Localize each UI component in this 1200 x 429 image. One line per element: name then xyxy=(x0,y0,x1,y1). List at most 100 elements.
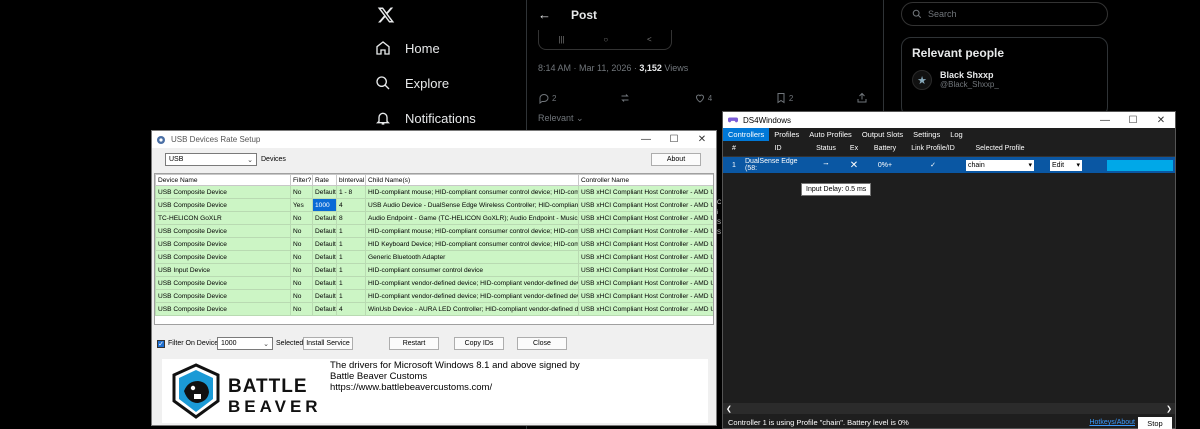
install-service-button[interactable]: Install Service xyxy=(303,337,353,350)
table-cell[interactable]: USB Composite Device xyxy=(155,250,291,264)
table-cell[interactable]: No xyxy=(290,289,313,303)
table-cell[interactable]: No xyxy=(290,250,313,264)
maximize-button[interactable]: ☐ xyxy=(1119,112,1147,128)
table-cell[interactable]: 8 xyxy=(336,211,366,225)
hotkeys-about-link[interactable]: Hotkeys/About xyxy=(1089,419,1135,426)
controller-row[interactable]: 1 DualSense Edge (58: ⭬ ✕ 0%+ ✓ chain ▾ E… xyxy=(723,157,1175,173)
table-cell[interactable]: Default xyxy=(312,302,337,316)
table-cell[interactable]: 1 xyxy=(336,237,366,251)
table-cell[interactable]: 1000 xyxy=(312,198,337,212)
table-row[interactable]: USB Composite Device No Default 1 HID-compli… xyxy=(155,224,713,238)
tab-profiles[interactable]: Profiles xyxy=(769,128,804,141)
table-cell[interactable]: USB Audio Device - DualSense Edge Wirele… xyxy=(365,198,579,212)
column-header[interactable]: Controller Name xyxy=(578,174,713,186)
table-cell[interactable]: USB xHCI Compliant Host Controller - AMD… xyxy=(578,211,713,225)
table-cell[interactable]: Audio Endpoint - Game (TC-HELICON GoXLR)… xyxy=(365,211,579,225)
like-button[interactable]: 4 xyxy=(694,92,712,104)
close-button[interactable]: Close xyxy=(517,337,567,350)
table-cell[interactable]: Default xyxy=(312,289,337,303)
about-button[interactable]: About xyxy=(651,153,701,166)
rate-select[interactable]: 1000 ⌄ xyxy=(217,337,273,350)
tab-log[interactable]: Log xyxy=(945,128,968,141)
column-header[interactable]: Rate xyxy=(312,174,337,186)
table-cell[interactable]: USB xHCI Compliant Host Controller - AMD… xyxy=(578,198,713,212)
table-cell[interactable]: No xyxy=(290,211,313,225)
table-cell[interactable]: HID-compliant mouse; HID-compliant consu… xyxy=(365,185,579,199)
table-row[interactable]: USB Composite Device No Default 1 HID-compli… xyxy=(155,276,713,290)
tab-auto-profiles[interactable]: Auto Profiles xyxy=(804,128,857,141)
table-cell[interactable]: Generic Bluetooth Adapter xyxy=(365,250,579,264)
table-cell[interactable]: HID Keyboard Device; HID-compliant consu… xyxy=(365,237,579,251)
repost-button[interactable] xyxy=(619,92,631,104)
table-cell[interactable]: HID-compliant consumer control device xyxy=(365,263,579,277)
table-cell[interactable]: USB Input Device xyxy=(155,263,291,277)
table-cell[interactable]: No xyxy=(290,224,313,238)
table-cell[interactable]: Default xyxy=(312,211,337,225)
table-cell[interactable]: USB Composite Device xyxy=(155,224,291,238)
tab-output-slots[interactable]: Output Slots xyxy=(857,128,908,141)
table-cell[interactable]: USB xHCI Compliant Host Controller - AMD… xyxy=(578,263,713,277)
table-row[interactable]: TC-HELICON GoXLR No Default 8 Audio Endpoint… xyxy=(155,211,713,225)
reply-button[interactable]: 2 xyxy=(538,92,556,104)
table-row[interactable]: USB Composite Device No Default 1 - 8 HID-co… xyxy=(155,185,713,199)
table-row[interactable]: USB Composite Device No Default 1 Generic Bl… xyxy=(155,250,713,264)
table-cell[interactable]: 4 xyxy=(336,302,366,316)
table-cell[interactable]: 1 - 8 xyxy=(336,185,366,199)
table-cell[interactable]: No xyxy=(290,185,313,199)
table-cell[interactable]: 1 xyxy=(336,276,366,290)
table-cell[interactable]: TC-HELICON GoXLR xyxy=(155,211,291,225)
table-cell[interactable]: Yes xyxy=(290,198,313,212)
table-cell[interactable]: 1 xyxy=(336,224,366,238)
back-arrow-icon[interactable]: ← xyxy=(538,7,551,22)
search-box[interactable]: Search xyxy=(901,2,1108,26)
link-profile-checkbox[interactable]: ✓ xyxy=(903,161,963,169)
table-cell[interactable]: 1 xyxy=(336,289,366,303)
promo-url[interactable]: https://www.battlebeavercustoms.com/ xyxy=(330,382,580,393)
edit-button[interactable]: Edit ▾ xyxy=(1050,159,1082,171)
tab-controllers[interactable]: Controllers xyxy=(723,128,770,141)
filter-on-device-checkbox[interactable]: ✓ xyxy=(157,340,165,348)
reply-sort-dropdown[interactable]: Relevant ⌄ xyxy=(538,113,584,124)
table-cell[interactable]: USB xHCI Compliant Host Controller - AMD… xyxy=(578,224,713,238)
table-cell[interactable]: USB xHCI Compliant Host Controller - AMD… xyxy=(578,185,713,199)
table-cell[interactable]: USB xHCI Compliant Host Controller - AMD… xyxy=(578,237,713,251)
table-row[interactable]: USB Composite Device No Default 1 HID Keyboa… xyxy=(155,237,713,251)
avatar[interactable]: ★ xyxy=(912,70,932,90)
table-row[interactable]: USB Composite Device No Default 4 WinUsb Dev… xyxy=(155,302,713,316)
table-cell[interactable]: No xyxy=(290,276,313,290)
stop-button[interactable]: Stop xyxy=(1138,417,1172,429)
table-cell[interactable]: 1 xyxy=(336,263,366,277)
table-cell[interactable]: 4 xyxy=(336,198,366,212)
table-cell[interactable]: Default xyxy=(312,224,337,238)
table-cell[interactable]: USB Composite Device xyxy=(155,198,291,212)
minimize-button[interactable]: — xyxy=(632,131,660,148)
maximize-button[interactable]: ☐ xyxy=(660,131,688,148)
nav-notifications[interactable]: Notifications xyxy=(375,110,476,126)
copy-ids-button[interactable]: Copy IDs xyxy=(454,337,504,350)
column-header[interactable]: Device Name xyxy=(155,174,291,186)
column-header[interactable]: Filter? xyxy=(290,174,313,186)
bookmark-button[interactable]: 2 xyxy=(775,92,793,104)
table-cell[interactable]: No xyxy=(290,263,313,277)
restart-button[interactable]: Restart xyxy=(389,337,439,350)
lightbar-color-swatch[interactable] xyxy=(1107,159,1173,171)
table-cell[interactable]: HID-compliant vendor-defined device; HID… xyxy=(365,276,579,290)
column-header[interactable]: bInterval xyxy=(336,174,366,186)
table-cell[interactable]: No xyxy=(290,237,313,251)
table-cell[interactable]: Default xyxy=(312,250,337,264)
table-cell[interactable]: USB xHCI Compliant Host Controller - AMD… xyxy=(578,289,713,303)
table-cell[interactable]: Default xyxy=(312,263,337,277)
scroll-right-icon[interactable]: ❯ xyxy=(1166,405,1172,413)
table-cell[interactable]: WinUsb Device - AURA LED Controller; HID… xyxy=(365,302,579,316)
table-cell[interactable]: USB Composite Device xyxy=(155,302,291,316)
profile-select[interactable]: chain ▾ xyxy=(966,159,1034,171)
table-cell[interactable]: 1 xyxy=(336,250,366,264)
table-row[interactable]: USB Composite Device No Default 1 HID-compli… xyxy=(155,289,713,303)
table-row[interactable]: USB Input Device No Default 1 HID-compliant … xyxy=(155,263,713,277)
horizontal-scrollbar[interactable]: ❮ ❯ xyxy=(723,403,1175,414)
table-cell[interactable]: HID-compliant vendor-defined device; HID… xyxy=(365,289,579,303)
share-button[interactable] xyxy=(856,92,868,104)
scroll-left-icon[interactable]: ❮ xyxy=(726,405,732,413)
table-cell[interactable]: USB Composite Device xyxy=(155,276,291,290)
minimize-button[interactable]: — xyxy=(1091,112,1119,128)
